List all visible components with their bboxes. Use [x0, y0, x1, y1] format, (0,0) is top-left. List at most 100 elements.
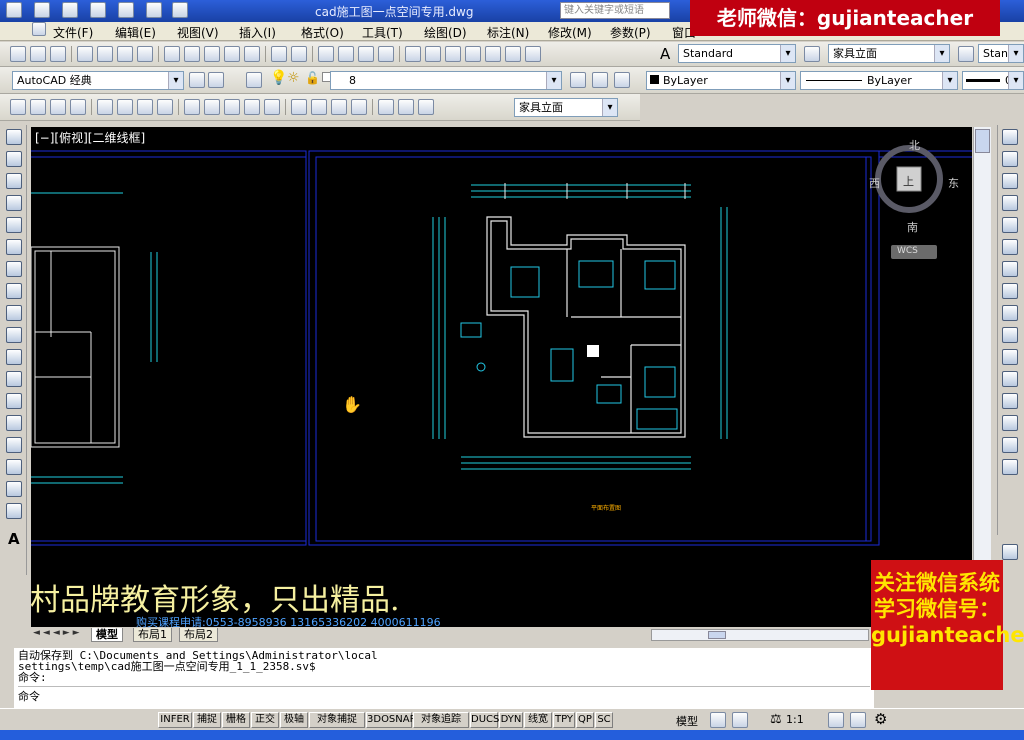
lock-icon[interactable]: 🔓 [305, 71, 320, 85]
status-ortho[interactable]: 正交 [251, 712, 279, 728]
ordinate-icon[interactable] [70, 99, 86, 115]
quick-dim-icon[interactable] [184, 99, 200, 115]
make-current-layer-icon[interactable] [570, 72, 586, 88]
undo-icon[interactable] [172, 2, 188, 18]
print-icon[interactable] [146, 2, 162, 18]
compass-north[interactable]: 北 [909, 137, 920, 153]
status-tpy[interactable]: TPY [553, 712, 575, 728]
layer-panel-icon[interactable] [1001, 544, 1018, 560]
gradient-icon[interactable] [6, 459, 22, 475]
open-icon[interactable] [62, 2, 78, 18]
chamfer-icon[interactable] [1002, 437, 1018, 453]
app-icon[interactable] [6, 2, 22, 18]
dim-style-combo[interactable]: 家具立面 [828, 44, 950, 63]
redo-icon[interactable] [291, 46, 307, 62]
customize-icon[interactable] [208, 72, 224, 88]
center-mark-icon[interactable] [311, 99, 327, 115]
markup-icon[interactable] [485, 46, 501, 62]
dim-update-icon[interactable] [418, 99, 434, 115]
save-file-icon[interactable] [50, 46, 66, 62]
layer-previous-icon[interactable] [592, 72, 608, 88]
tool-palettes-icon[interactable] [445, 46, 461, 62]
inspect-icon[interactable] [331, 99, 347, 115]
match-properties-icon[interactable] [224, 46, 240, 62]
polygon-icon[interactable] [6, 195, 22, 211]
layer-combo[interactable]: 8 [330, 71, 562, 90]
table-icon[interactable] [6, 503, 22, 519]
layers-panel-toggle[interactable] [997, 540, 1022, 560]
baseline-icon[interactable] [204, 99, 220, 115]
menu-parameters[interactable]: 参数(P) [610, 24, 651, 41]
zoom-previous-icon[interactable] [378, 46, 394, 62]
construction-line-icon[interactable] [6, 151, 22, 167]
zoom-realtime-icon[interactable] [338, 46, 354, 62]
publish-icon[interactable] [117, 46, 133, 62]
viewport-controls-label[interactable]: [−][俯视][二维线框] [35, 129, 145, 146]
status-model-label[interactable]: 模型 [676, 713, 698, 729]
menu-insert[interactable]: 插入(I) [239, 24, 276, 41]
drawing-canvas[interactable]: 平面布置图 [−][俯视][二维线框] 北 西 东 南 上 WCS ✋ [31, 127, 972, 627]
gear-icon[interactable]: ⚙ [874, 710, 887, 728]
lightbulb-icon[interactable]: 💡 [270, 70, 287, 86]
insert-block-icon[interactable] [6, 371, 22, 387]
paste-icon[interactable] [204, 46, 220, 62]
command-input[interactable]: 命令 [18, 686, 870, 702]
compass-east[interactable]: 东 [948, 175, 959, 191]
new-file-icon[interactable] [10, 46, 26, 62]
status-sc[interactable]: SC [595, 712, 613, 728]
region-icon[interactable] [6, 481, 22, 497]
stretch-icon[interactable] [1002, 305, 1018, 321]
viewcube-top-face[interactable]: 上 [903, 173, 914, 189]
color-combo[interactable]: ByLayer [646, 71, 796, 90]
quick-view-drawings-icon[interactable] [732, 712, 748, 728]
polyline-icon[interactable] [6, 173, 22, 189]
radius-icon[interactable] [97, 99, 113, 115]
search-input[interactable]: 键入关键字或短语 [560, 2, 670, 19]
menu-dimension[interactable]: 标注(N) [487, 24, 529, 41]
zoom-window-icon[interactable] [358, 46, 374, 62]
angular-icon[interactable] [157, 99, 173, 115]
make-block-icon[interactable] [6, 393, 22, 409]
tab-navigation-arrows[interactable]: ◄◄◄►► [33, 628, 83, 638]
layer-properties-icon[interactable] [246, 72, 262, 88]
save-as-icon[interactable] [118, 2, 134, 18]
status-3dosnap[interactable]: 3DOSNAP [366, 712, 416, 728]
array-icon[interactable] [1002, 217, 1018, 233]
point-icon[interactable] [6, 415, 22, 431]
ellipse-icon[interactable] [6, 327, 22, 343]
undo-icon[interactable] [271, 46, 287, 62]
hatch-icon[interactable] [6, 437, 22, 453]
rectangle-icon[interactable] [6, 217, 22, 233]
dim-text-edit-icon[interactable] [398, 99, 414, 115]
sheet-set-icon[interactable] [465, 46, 481, 62]
copy-icon[interactable] [184, 46, 200, 62]
horizontal-scrollbar[interactable] [651, 629, 869, 641]
block-editor-icon[interactable] [244, 46, 260, 62]
status-dyn[interactable]: DYN [499, 712, 523, 728]
spline-icon[interactable] [6, 305, 22, 321]
mtext-icon[interactable]: A [8, 530, 20, 548]
dim-edit-icon[interactable] [378, 99, 394, 115]
annotation-scale-icon[interactable]: ⚖ [770, 712, 782, 727]
offset-icon[interactable] [1002, 195, 1018, 211]
jogged-linear-icon[interactable] [351, 99, 367, 115]
annotation-visibility-icon[interactable] [828, 712, 844, 728]
menu-view[interactable]: 视图(V) [177, 24, 219, 41]
workspace-settings-icon[interactable] [189, 72, 205, 88]
rotate-icon[interactable] [1002, 261, 1018, 277]
scale-icon[interactable] [1002, 283, 1018, 299]
jogged-icon[interactable] [117, 99, 133, 115]
arc-icon[interactable] [6, 239, 22, 255]
table-style-combo[interactable]: Standar [978, 44, 1024, 63]
sun-icon[interactable]: ☼ [287, 70, 300, 86]
menu-file[interactable]: 文件(F) [53, 24, 93, 41]
ellipse-arc-icon[interactable] [6, 349, 22, 365]
copy-object-icon[interactable] [1002, 151, 1018, 167]
tab-model[interactable]: 模型 [91, 628, 123, 642]
linear-dim-icon[interactable] [10, 99, 26, 115]
new-icon[interactable] [34, 2, 50, 18]
fillet-icon[interactable] [1002, 459, 1018, 475]
properties-icon[interactable] [405, 46, 421, 62]
menu-modify[interactable]: 修改(M) [548, 24, 592, 41]
auto-scale-icon[interactable] [850, 712, 866, 728]
